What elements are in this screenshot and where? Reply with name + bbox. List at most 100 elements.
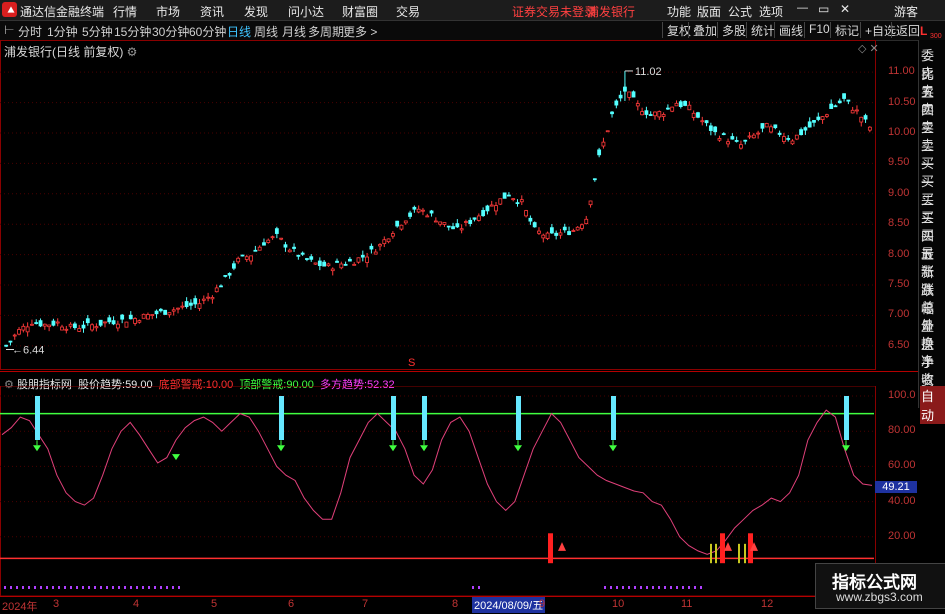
candle-body [481,210,486,217]
period-multi[interactable]: 多周期 [308,23,344,40]
candle-body [309,256,314,260]
baseline-dot [616,586,618,589]
btn-mark[interactable]: 标记 [830,22,859,38]
candle-body [769,126,773,133]
menu-ask[interactable]: 问小达 [288,3,324,20]
login-status[interactable]: 证券交易未登录 [512,3,596,20]
btn-draw[interactable]: 画线 [774,22,803,38]
menu-function[interactable]: 功能 [667,3,691,20]
candle-body [373,251,378,255]
btn-overlay[interactable]: 叠加 [688,22,717,38]
candle-body [395,220,400,227]
candle-body [206,296,211,299]
expand-icon[interactable]: ⊢ [4,23,14,37]
menu-wealth[interactable]: 财富圈 [342,3,378,20]
baseline-dot [136,586,138,589]
indicator-chart[interactable] [0,386,876,596]
btn-f10[interactable]: F10 [804,22,830,38]
menu-quotes[interactable]: 行情 [113,3,137,20]
period-5min[interactable]: 5分钟 [82,23,113,40]
candle-body [794,134,799,140]
top-signal-bar [35,396,40,440]
menu-options[interactable]: 选项 [759,3,783,20]
sell-arrow-icon [514,445,522,452]
candle-body [670,106,675,112]
candle-body [317,260,322,267]
baseline-dot [106,586,108,589]
btn-multistock[interactable]: 多股 [717,22,746,38]
close-icon[interactable]: ✕ [840,2,850,16]
candle-body [163,309,168,315]
side-panel-label[interactable]: L [920,24,927,38]
candle-body [433,220,438,223]
candle-body [4,344,9,347]
baseline-dot [682,586,684,589]
candle-body [691,112,696,118]
candle-body [648,114,653,116]
restore-icon[interactable]: ▭ [818,2,829,16]
indicator-tick-label: 100.0 [888,389,916,401]
user-guest[interactable]: 游客 [894,3,918,20]
candle-body [64,328,69,331]
candle-body [846,99,851,102]
candle-body [618,94,623,99]
btn-adjust[interactable]: 复权 [662,22,691,38]
sell-arrow-icon [277,445,285,452]
baseline-dot [622,586,624,589]
period-weekly[interactable]: 周线 [254,23,278,40]
candle-body [511,198,516,201]
x-label: 9 [539,598,546,610]
settings-gear-icon[interactable]: ⚙ [127,45,138,59]
candle-body [859,116,864,123]
candle-body [223,275,228,277]
period-timeshare[interactable]: 分时 [18,23,42,40]
period-30min[interactable]: 30分钟 [152,23,189,40]
candle-body [739,144,743,149]
app-name: 通达信金融终端 [20,5,105,19]
btn-stats[interactable]: 统计 [746,22,775,38]
candle-body [219,285,223,288]
period-daily[interactable]: 日线 [227,23,251,40]
candle-body [42,323,47,327]
chart-title: 浦发银行(日线 前复权) ⚙ [4,43,137,60]
candle-body [708,125,713,131]
candlestick-chart[interactable]: 11.02 ←6.44 S [0,40,876,370]
candle-body [558,232,563,236]
menu-discover[interactable]: 发现 [244,3,268,20]
indicator-frame [0,386,876,596]
baseline-dot [172,586,174,589]
price-tick-label: 8.50 [888,217,910,230]
x-label: 7 [362,598,369,610]
candle-body [262,242,266,246]
menu-news[interactable]: 资讯 [200,3,224,20]
baseline-dot [64,586,66,589]
menu-formula[interactable]: 公式 [728,3,752,20]
candle-body [519,199,524,203]
minimize-icon[interactable]: — [797,2,808,14]
auto-button[interactable]: 自动 [920,386,945,424]
period-1min[interactable]: 1分钟 [47,23,78,40]
candle-body [601,141,606,147]
baseline-dot [700,586,702,589]
candle-body [412,206,417,210]
menu-layout[interactable]: 版面 [697,3,721,20]
period-monthly[interactable]: 月线 [282,23,306,40]
candle-body [416,208,421,213]
period-15min[interactable]: 15分钟 [114,23,151,40]
candle-body [171,309,176,312]
chart-frame [0,40,876,370]
candle-body [717,138,722,141]
app-logo-icon [2,2,17,17]
pane-divider[interactable] [0,371,918,372]
candle-body [197,303,202,309]
period-60min[interactable]: 60分钟 [189,23,226,40]
candle-body [549,227,554,234]
chart-options-icon[interactable]: ◇ ✕ [858,42,879,55]
candle-body [507,194,511,197]
period-more[interactable]: 更多 > [343,23,377,40]
menu-market[interactable]: 市场 [156,3,180,20]
candle-body [30,323,34,326]
btn-back[interactable]: 返回 [891,22,920,38]
sell-arrow-icon [842,445,850,452]
menu-trade[interactable]: 交易 [396,3,420,20]
